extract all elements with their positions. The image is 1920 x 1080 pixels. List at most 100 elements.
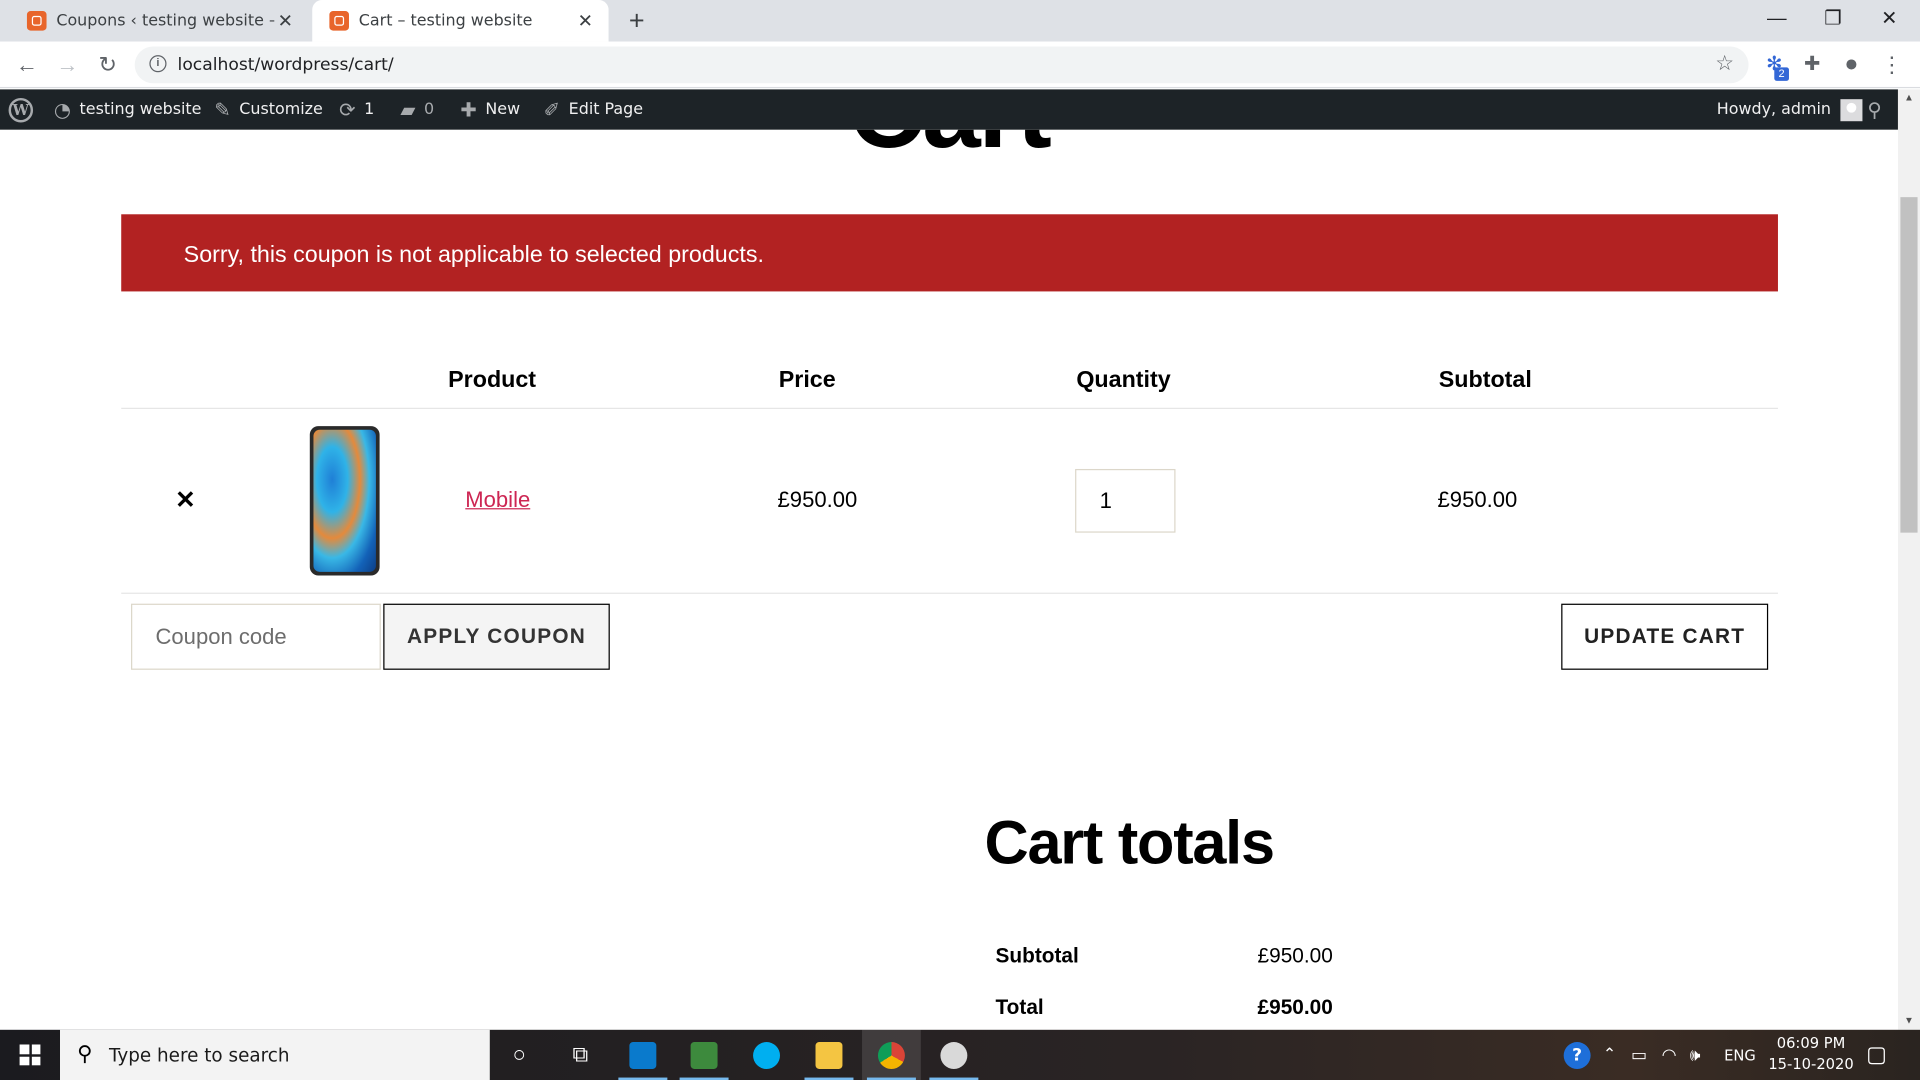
edit-page-menu[interactable]: ✐ Edit Page bbox=[544, 89, 643, 129]
admin-search-icon[interactable]: ⚲ bbox=[1867, 89, 1881, 129]
site-favicon-icon bbox=[26, 11, 47, 31]
battery-icon[interactable]: ▭ bbox=[1631, 1030, 1647, 1080]
minimize-button[interactable]: — bbox=[1749, 0, 1805, 42]
restore-button[interactable]: ❐ bbox=[1805, 0, 1861, 42]
site-info-icon[interactable]: i bbox=[149, 55, 167, 73]
update-cart-button[interactable]: UPDATE CART bbox=[1561, 603, 1769, 670]
cart-totals-title: Cart totals bbox=[984, 808, 1275, 877]
windows-logo-icon bbox=[19, 1044, 41, 1066]
scrollbar-thumb[interactable] bbox=[1900, 197, 1918, 533]
product-link[interactable]: Mobile bbox=[465, 487, 530, 513]
forward-button[interactable]: → bbox=[51, 49, 83, 81]
customize-menu[interactable]: ✎ Customize bbox=[214, 89, 323, 129]
howdy-label: Howdy, admin bbox=[1716, 100, 1831, 119]
address-bar[interactable]: i localhost/wordpress/cart/ ☆ bbox=[134, 46, 1749, 84]
page-content: Cart Sorry, this coupon is not applicabl… bbox=[0, 129, 1898, 1030]
profile-icon[interactable]: ● bbox=[1839, 52, 1863, 77]
total-label: Total bbox=[995, 995, 1044, 1019]
tab-title: Coupons ‹ testing website — Wo bbox=[56, 11, 274, 31]
show-hidden-icons-icon[interactable]: ⌃ bbox=[1603, 1030, 1616, 1080]
close-tab-icon[interactable]: ✕ bbox=[274, 10, 296, 32]
task-view-icon[interactable]: ⧉ bbox=[551, 1030, 610, 1080]
vscode-icon[interactable] bbox=[613, 1030, 672, 1080]
updates-count: 1 bbox=[364, 100, 375, 119]
plus-icon: ✚ bbox=[460, 97, 477, 122]
clock-time: 06:09 PM bbox=[1776, 1034, 1846, 1052]
wp-logo-menu[interactable]: W bbox=[8, 89, 34, 129]
table-divider bbox=[121, 407, 1778, 409]
product-price: £950.00 bbox=[777, 487, 858, 512]
pencil-icon: ✐ bbox=[543, 97, 561, 122]
tab-coupons[interactable]: Coupons ‹ testing website — Wo ✕ bbox=[10, 0, 309, 42]
page-title: Cart bbox=[0, 130, 1898, 173]
site-favicon-icon bbox=[329, 11, 349, 31]
comment-icon: ▰ bbox=[400, 97, 416, 122]
updates-icon: ⟳ bbox=[339, 97, 356, 122]
new-content-menu[interactable]: ✚ New bbox=[460, 89, 520, 129]
customize-label: Customize bbox=[239, 100, 323, 119]
clock-date: 15-10-2020 bbox=[1768, 1055, 1854, 1073]
language-indicator[interactable]: ENG bbox=[1724, 1030, 1756, 1080]
file-explorer-icon[interactable] bbox=[800, 1030, 859, 1080]
reload-button[interactable]: ↻ bbox=[92, 49, 124, 81]
subtotal-label: Subtotal bbox=[995, 944, 1079, 968]
volume-icon[interactable]: 🕪 bbox=[1690, 1030, 1701, 1080]
remove-item-icon[interactable]: ✕ bbox=[175, 485, 196, 516]
brush-icon: ✎ bbox=[214, 97, 231, 122]
dashboard-icon: ◔ bbox=[53, 97, 71, 122]
column-header-price: Price bbox=[778, 367, 836, 394]
search-placeholder: Type here to search bbox=[108, 1044, 290, 1067]
quantity-input[interactable]: 1 bbox=[1075, 468, 1176, 533]
browser-menu-icon[interactable]: ⋮ bbox=[1880, 53, 1904, 77]
close-tab-icon[interactable]: ✕ bbox=[574, 10, 596, 32]
table-divider bbox=[121, 592, 1778, 594]
bookmark-star-icon[interactable]: ☆ bbox=[1715, 51, 1734, 75]
column-header-subtotal: Subtotal bbox=[1438, 367, 1532, 394]
cortana-icon[interactable]: ○ bbox=[490, 1030, 549, 1080]
column-header-product: Product bbox=[448, 367, 537, 394]
apply-coupon-button[interactable]: APPLY COUPON bbox=[383, 603, 610, 670]
tab-strip: Coupons ‹ testing website — Wo ✕ Cart – … bbox=[0, 0, 1920, 42]
screen: Coupons ‹ testing website — Wo ✕ Cart – … bbox=[0, 0, 1920, 1080]
subtotal-value: £950.00 bbox=[1257, 944, 1333, 968]
error-notice: Sorry, this coupon is not applicable to … bbox=[121, 214, 1778, 292]
system-clock[interactable]: 06:09 PM 15-10-2020 bbox=[1761, 1033, 1861, 1075]
search-icon: ⚲ bbox=[77, 1042, 93, 1066]
coupon-code-input[interactable]: Coupon code bbox=[131, 603, 381, 670]
chrome-icon[interactable] bbox=[862, 1029, 921, 1080]
edit-page-label: Edit Page bbox=[568, 100, 644, 119]
page-scrollbar[interactable]: ▲ ▼ bbox=[1897, 89, 1920, 1030]
wifi-icon[interactable]: ◠ bbox=[1662, 1030, 1677, 1080]
scroll-down-arrow-icon[interactable]: ▼ bbox=[1898, 1013, 1920, 1030]
updates-menu[interactable]: ⟳ 1 bbox=[339, 89, 374, 129]
extensions-puzzle-icon[interactable]: ✚ bbox=[1800, 53, 1824, 77]
url-text[interactable]: localhost/wordpress/cart/ bbox=[178, 55, 394, 75]
skype-icon[interactable] bbox=[737, 1030, 796, 1080]
notifications-icon[interactable]: ▢ bbox=[1866, 1030, 1887, 1080]
back-button[interactable]: ← bbox=[11, 49, 43, 81]
tab-title: Cart – testing website bbox=[358, 11, 533, 31]
comments-menu[interactable]: ▰ 0 bbox=[400, 89, 434, 129]
scroll-up-arrow-icon[interactable]: ▲ bbox=[1898, 89, 1920, 106]
browser-toolbar: ← → ↻ i localhost/wordpress/cart/ ☆ ✻ 2 … bbox=[0, 41, 1920, 89]
help-icon[interactable]: ? bbox=[1563, 1030, 1591, 1080]
taskbar-search-box[interactable]: ⚲ Type here to search bbox=[60, 1029, 490, 1080]
start-button[interactable] bbox=[0, 1030, 59, 1080]
total-value: £950.00 bbox=[1257, 995, 1333, 1019]
avatar bbox=[1840, 98, 1863, 121]
tab-cart[interactable]: Cart – testing website ✕ bbox=[312, 0, 609, 42]
close-window-button[interactable]: ✕ bbox=[1861, 0, 1917, 42]
wp-admin-bar: W ◔ testing website ✎ Customize ⟳ 1 ▰ 0 … bbox=[0, 89, 1898, 130]
paint-icon[interactable] bbox=[924, 1030, 983, 1080]
comments-count: 0 bbox=[424, 100, 435, 119]
wordpress-logo-icon: W bbox=[8, 97, 34, 122]
new-tab-button[interactable]: + bbox=[622, 5, 651, 37]
product-subtotal: £950.00 bbox=[1437, 487, 1518, 512]
extension-badge: 2 bbox=[1774, 67, 1789, 81]
my-account-menu[interactable]: Howdy, admin bbox=[1717, 89, 1863, 129]
site-name-menu[interactable]: ◔ testing website bbox=[54, 89, 202, 129]
site-name: testing website bbox=[79, 100, 202, 119]
image-viewer-icon[interactable] bbox=[675, 1030, 734, 1080]
new-label: New bbox=[485, 100, 521, 119]
product-thumbnail[interactable] bbox=[309, 426, 380, 576]
